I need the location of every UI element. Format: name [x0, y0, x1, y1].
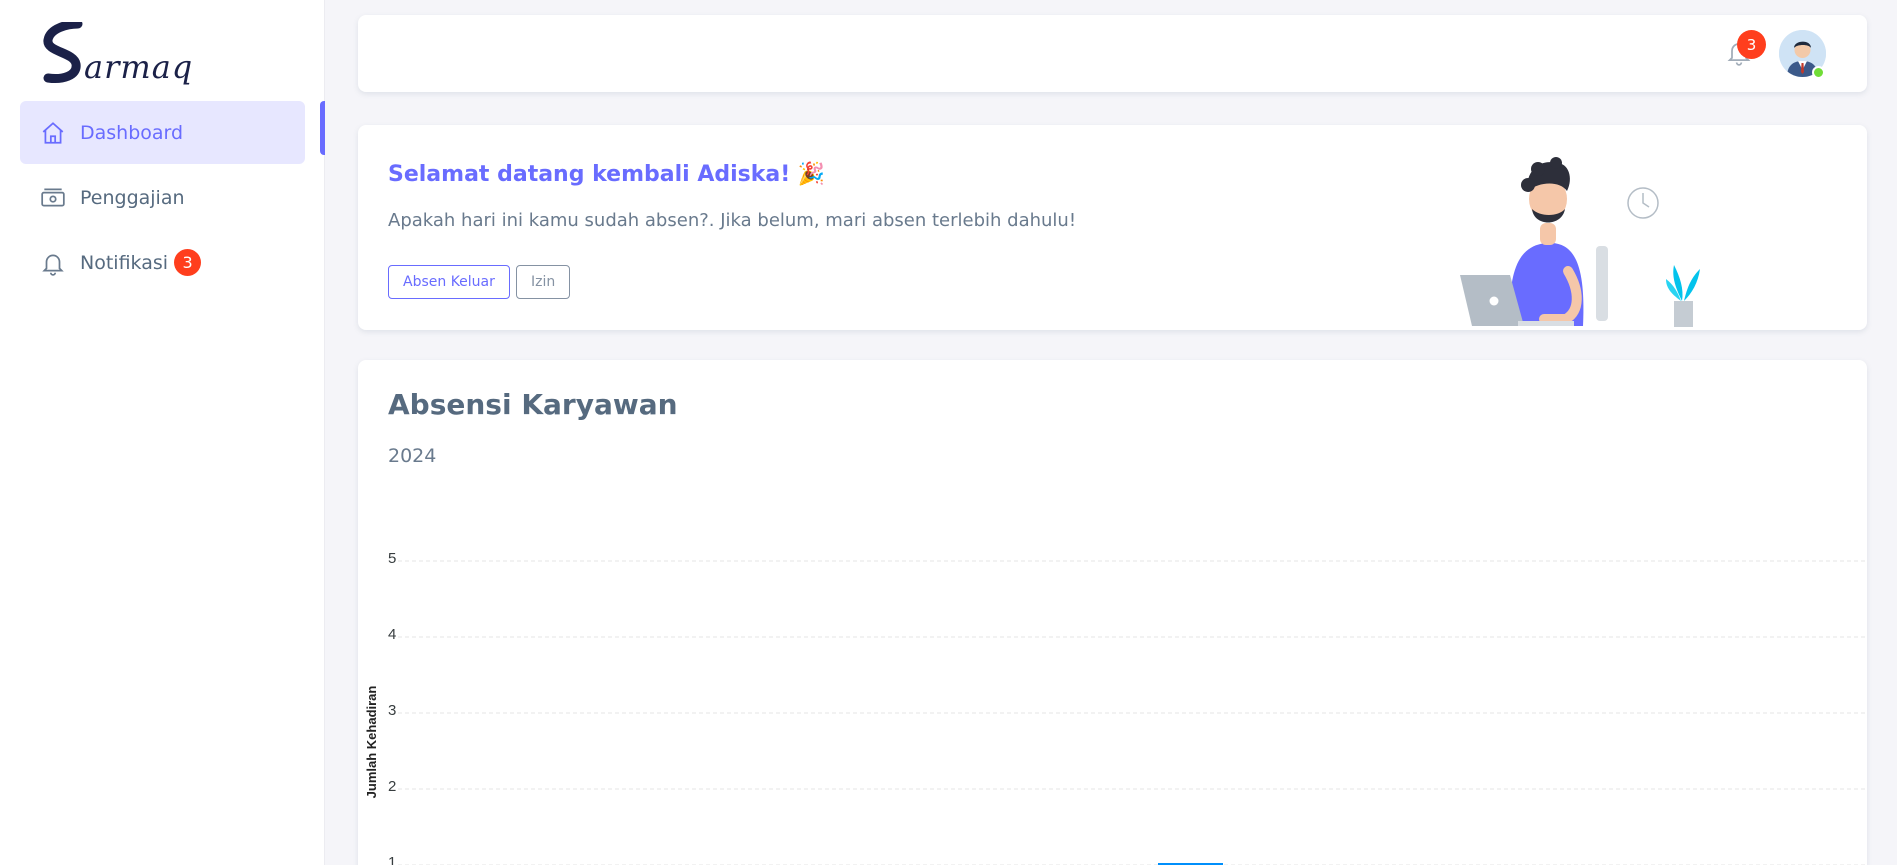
y-tick-label: 2 [388, 778, 396, 795]
bell-icon [38, 248, 68, 278]
welcome-title: Selamat datang kembali Adiska! 🎉 [388, 162, 826, 187]
notification-count-badge: 3 [1737, 30, 1766, 59]
y-tick-label: 4 [388, 626, 396, 643]
online-status-dot [1812, 66, 1825, 79]
notification-badge: 3 [174, 249, 202, 276]
brand-logo[interactable]: armaq [40, 22, 200, 86]
absen-keluar-button[interactable]: Absen Keluar [388, 265, 510, 299]
welcome-card: Selamat datang kembali Adiska! 🎉 Apakah … [358, 125, 1867, 330]
attendance-chart-card: Absensi Karyawan 2024 5 4 3 2 1 Jumlah Kehadi… [358, 360, 1867, 865]
sidebar-item-label: Dashboard [80, 121, 184, 144]
sidebar-item-notifikasi[interactable]: Notifikasi 3 [20, 231, 305, 294]
welcome-message: Apakah hari ini kamu sudah absen?. Jika … [388, 210, 1077, 231]
attendance-bar-chart: 5 4 3 2 1 Jumlah Kehadiran [364, 550, 1867, 865]
sidebar: armaq Dashboard Penggajian Notifikasi 3 [0, 0, 325, 865]
sidebar-item-penggajian[interactable]: Penggajian [20, 166, 305, 229]
y-axis-label: Jumlah Kehadiran [364, 686, 379, 799]
sidebar-active-indicator [320, 101, 325, 155]
logo-text: armaq [84, 48, 194, 86]
sidebar-item-label: Penggajian [80, 186, 185, 209]
izin-button[interactable]: Izin [516, 265, 571, 299]
money-icon [38, 183, 68, 213]
home-icon [38, 118, 68, 148]
y-tick-label: 3 [388, 702, 396, 719]
sidebar-item-dashboard[interactable]: Dashboard [20, 101, 305, 164]
sidebar-item-label: Notifikasi [80, 251, 169, 274]
man-with-laptop-illustration [1460, 157, 1700, 327]
sidebar-menu: Dashboard Penggajian Notifikasi 3 [20, 101, 305, 296]
top-navbar [358, 15, 1867, 92]
y-tick-label: 5 [388, 550, 396, 567]
y-tick-label: 1 [388, 854, 396, 865]
